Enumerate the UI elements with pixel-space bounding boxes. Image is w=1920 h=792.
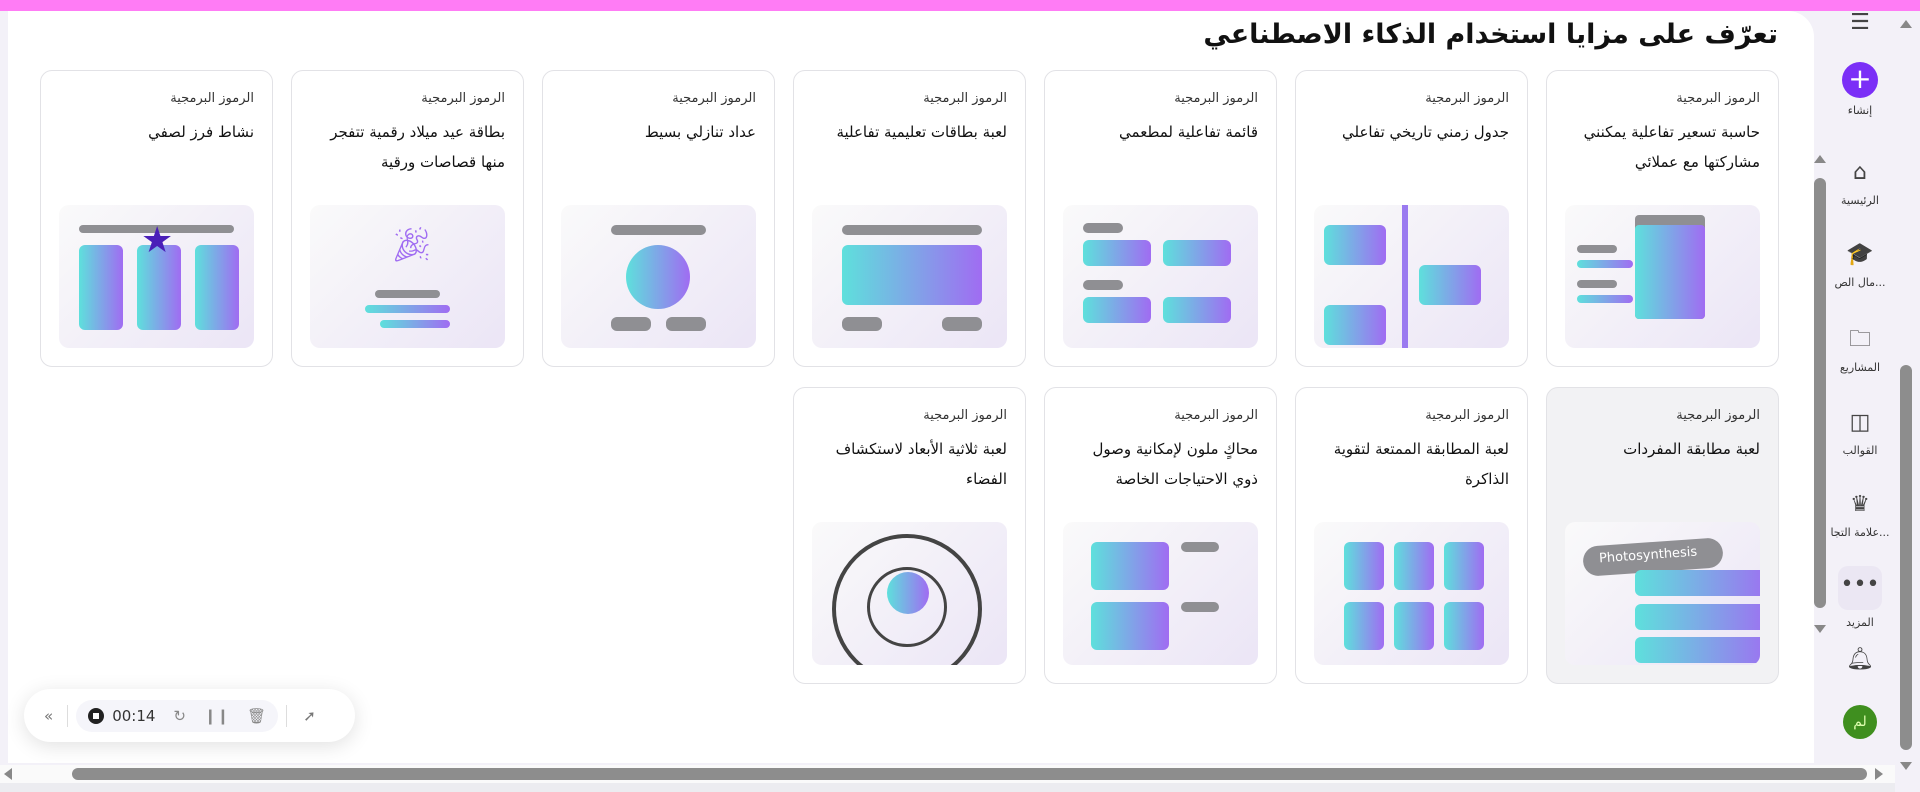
card-title: بطاقة عيد ميلاد رقمية تتفجر منها قصاصات … bbox=[330, 123, 505, 171]
home-icon: ⌂ bbox=[1853, 160, 1867, 185]
card-illustration: 🎉︎ bbox=[310, 205, 505, 348]
main-panel: تعرّف على مزايا استخدام الذكاء الاصطناعي… bbox=[8, 11, 1814, 763]
card-category: الرموز البرمجية bbox=[1425, 91, 1509, 106]
card-illustration bbox=[812, 522, 1007, 665]
pointer-icon[interactable]: ➚ bbox=[303, 707, 316, 725]
scroll-up-icon[interactable] bbox=[1900, 20, 1912, 28]
card-category: الرموز البرمجية bbox=[421, 91, 505, 106]
card-category: الرموز البرمجية bbox=[170, 91, 254, 106]
card-illustration bbox=[1314, 522, 1509, 665]
scroll-down-icon[interactable] bbox=[1900, 762, 1912, 770]
sidebar-item-brand[interactable]: ♛ ...علامة التجا bbox=[1825, 490, 1895, 539]
card-title: لعبة مطابقة المفردات bbox=[1623, 440, 1760, 458]
template-card[interactable]: الرموز البرمجية محاكٍ ملون لإمكانية وصول … bbox=[1044, 387, 1277, 684]
scroll-right-icon[interactable] bbox=[1875, 768, 1883, 780]
template-card[interactable]: الرموز البرمجية نشاط فرز لصفي ★ bbox=[40, 70, 273, 367]
card-category: الرموز البرمجية bbox=[1676, 408, 1760, 423]
card-title: لعبة بطاقات تعليمية تفاعلية bbox=[836, 123, 1007, 141]
sidebar-item-label: ...مال الص bbox=[1834, 276, 1886, 289]
scroll-left-icon[interactable] bbox=[4, 768, 12, 780]
template-card[interactable]: الرموز البرمجية حاسبة تسعير تفاعلية يمكنن… bbox=[1546, 70, 1779, 367]
notifications-button[interactable]: 🔔︎ bbox=[1825, 645, 1895, 681]
card-category: الرموز البرمجية bbox=[672, 91, 756, 106]
card-illustration bbox=[1063, 522, 1258, 665]
card-illustration bbox=[812, 205, 1007, 348]
template-card[interactable]: الرموز البرمجية جدول زمني تاريخي تفاعلي bbox=[1295, 70, 1528, 367]
template-card[interactable]: الرموز البرمجية عداد تنازلي بسيط bbox=[542, 70, 775, 367]
card-title: جدول زمني تاريخي تفاعلي bbox=[1342, 123, 1509, 141]
bell-icon: 🔔︎ bbox=[1846, 647, 1874, 672]
page-title: تعرّف على مزايا استخدام الذكاء الاصطناعي bbox=[1203, 19, 1778, 50]
sidebar-item-more[interactable]: ••• المزيد bbox=[1825, 566, 1895, 629]
sidebar-item-label: القوالب bbox=[1842, 444, 1878, 457]
card-illustration bbox=[561, 205, 756, 348]
card-illustration bbox=[1314, 205, 1509, 348]
sidebar-item-label: الرئيسية bbox=[1841, 194, 1879, 207]
sidebar-item-label: المشاريع bbox=[1839, 361, 1881, 374]
recording-time: 00:14 bbox=[112, 706, 156, 725]
sidebar-item-create[interactable]: + إنشاء bbox=[1825, 62, 1895, 117]
top-accent-bar bbox=[0, 0, 1920, 11]
sidebar: ☰ + إنشاء ⌂ الرئيسية 🎓 ...مال الص 🗀 المشاري… bbox=[1825, 0, 1895, 792]
card-title: حاسبة تسعير تفاعلية يمكنني مشاركتها مع ع… bbox=[1583, 123, 1760, 171]
trash-icon[interactable]: 🗑︎ bbox=[247, 707, 266, 725]
template-card[interactable]: الرموز البرمجية لعبة مطابقة المفردات Photo… bbox=[1546, 387, 1779, 684]
graduation-cap-icon: 🎓 bbox=[1846, 242, 1874, 267]
recording-controls: 00:14 ↻ ❙❙ 🗑︎ bbox=[76, 699, 279, 732]
template-card[interactable]: الرموز البرمجية قائمة تفاعلية لمطعمي bbox=[1044, 70, 1277, 367]
avatar-initials: لم bbox=[1843, 705, 1877, 739]
template-card[interactable]: الرموز البرمجية لعبة المطابقة الممتعة لتق… bbox=[1295, 387, 1528, 684]
sidebar-item-label: إنشاء bbox=[1847, 104, 1873, 117]
sidebar-item-templates[interactable]: ◫ القوالب bbox=[1825, 408, 1895, 457]
background-content-strip bbox=[0, 783, 1895, 792]
card-title: محاكٍ ملون لإمكانية وصول ذوي الاحتياجات … bbox=[1092, 440, 1258, 488]
card-illustration: ★ bbox=[59, 205, 254, 348]
card-title: نشاط فرز لصفي bbox=[148, 123, 254, 141]
menu-button[interactable]: ☰ bbox=[1825, 8, 1895, 44]
avatar[interactable]: لم bbox=[1825, 705, 1895, 745]
stop-icon[interactable] bbox=[88, 707, 105, 724]
pause-icon[interactable]: ❙❙ bbox=[204, 707, 229, 725]
template-card[interactable]: الرموز البرمجية بطاقة عيد ميلاد رقمية تتف… bbox=[291, 70, 524, 367]
plus-icon: + bbox=[1842, 62, 1878, 98]
card-title: لعبة ثلاثية الأبعاد لاستكشاف الفضاء bbox=[835, 440, 1007, 488]
sidebar-item-education[interactable]: 🎓 ...مال الص bbox=[1825, 240, 1895, 289]
card-category: الرموز البرمجية bbox=[1676, 91, 1760, 106]
card-category: الرموز البرمجية bbox=[923, 408, 1007, 423]
templates-icon: ◫ bbox=[1849, 410, 1871, 435]
card-category: الرموز البرمجية bbox=[1174, 408, 1258, 423]
card-illustration bbox=[1063, 205, 1258, 348]
card-category: الرموز البرمجية bbox=[1174, 91, 1258, 106]
page-scrollbar[interactable] bbox=[1897, 20, 1915, 770]
horizontal-scrollbar[interactable] bbox=[0, 765, 1895, 783]
collapse-icon[interactable]: « bbox=[44, 707, 53, 725]
sidebar-item-label: ...علامة التجا bbox=[1830, 526, 1890, 539]
card-title: لعبة المطابقة الممتعة لتقوية الذاكرة bbox=[1333, 440, 1509, 488]
card-category: الرموز البرمجية bbox=[923, 91, 1007, 106]
restart-icon[interactable]: ↻ bbox=[173, 707, 186, 725]
brand-kit-icon: ♛ bbox=[1850, 492, 1870, 517]
divider bbox=[286, 704, 288, 727]
scrollbar-thumb[interactable] bbox=[72, 768, 1867, 780]
more-icon: ••• bbox=[1838, 566, 1882, 610]
card-category: الرموز البرمجية bbox=[1425, 408, 1509, 423]
card-illustration bbox=[1565, 205, 1760, 348]
divider bbox=[67, 704, 69, 727]
folder-icon: 🗀 bbox=[1848, 327, 1871, 352]
recording-toolbar: « 00:14 ↻ ❙❙ 🗑︎ ➚ bbox=[24, 689, 355, 742]
sidebar-item-projects[interactable]: 🗀 المشاريع bbox=[1825, 325, 1895, 374]
sidebar-item-label: المزيد bbox=[1846, 616, 1874, 629]
scrollbar-thumb[interactable] bbox=[1900, 365, 1912, 750]
card-title: قائمة تفاعلية لمطعمي bbox=[1119, 123, 1258, 141]
sidebar-item-home[interactable]: ⌂ الرئيسية bbox=[1825, 158, 1895, 207]
card-title: عداد تنازلي بسيط bbox=[644, 123, 756, 141]
template-card[interactable]: الرموز البرمجية لعبة ثلاثية الأبعاد لاستك… bbox=[793, 387, 1026, 684]
hamburger-icon: ☰ bbox=[1850, 10, 1870, 35]
template-card[interactable]: الرموز البرمجية لعبة بطاقات تعليمية تفاعل… bbox=[793, 70, 1026, 367]
card-illustration: Photosynthesis bbox=[1565, 522, 1760, 665]
